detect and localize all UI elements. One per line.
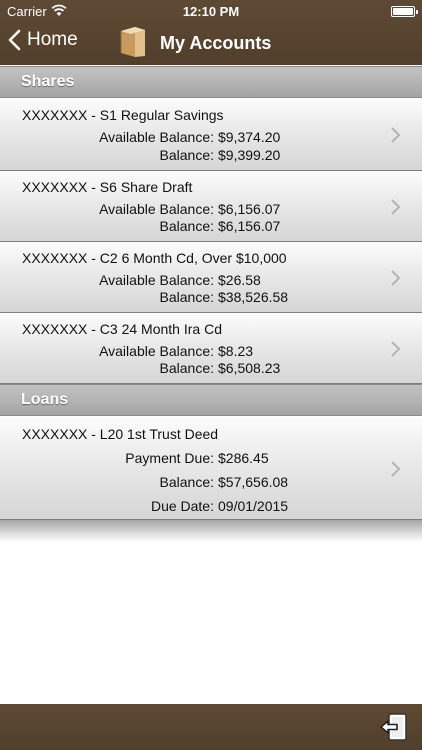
detail-value: $26.58 (218, 272, 261, 288)
detail-value: $6,156.07 (218, 201, 281, 217)
detail-label: Available Balance: (99, 129, 214, 145)
section-header-shares: Shares (0, 66, 422, 98)
chevron-left-icon (8, 29, 21, 51)
logout-icon[interactable] (378, 712, 408, 742)
account-title: XXXXXXX - S1 Regular Savings (22, 107, 224, 123)
status-bar: Carrier 12:10 PM (0, 0, 422, 22)
account-title: XXXXXXX - C3 24 Month Ira Cd (22, 321, 222, 337)
chevron-right-icon (391, 127, 401, 143)
page-title: My Accounts (160, 33, 272, 53)
detail-label: Balance: (159, 218, 214, 234)
bottom-toolbar (0, 704, 422, 750)
detail-value: $9,399.20 (218, 147, 281, 163)
detail-value: $286.45 (218, 450, 269, 466)
detail-label: Available Balance: (99, 272, 214, 288)
detail-value: $38,526.58 (218, 289, 289, 305)
detail-value: $9,374.20 (218, 129, 281, 145)
account-title: XXXXXXX - L20 1st Trust Deed (22, 426, 219, 442)
wallet-icon (120, 27, 145, 57)
detail-label: Payment Due: (125, 450, 214, 466)
back-button-label: Home (27, 29, 78, 50)
account-title: XXXXXXX - C2 6 Month Cd, Over $10,000 (22, 250, 287, 266)
top-bar: Carrier 12:10 PM Home My Accounts (0, 0, 422, 65)
detail-label: Due Date: (150, 498, 214, 514)
detail-value: $6,508.23 (218, 360, 281, 376)
account-row[interactable]: XXXXXXX - C3 24 Month Ira Cd Available B… (0, 313, 422, 384)
account-title: XXXXXXX - S6 Share Draft (22, 179, 193, 195)
detail-value: $57,656.08 (218, 474, 289, 490)
detail-value: $8.23 (218, 343, 254, 359)
section-header-loans: Loans (0, 384, 422, 416)
detail-label: Available Balance: (99, 201, 214, 217)
battery-icon (391, 6, 418, 17)
account-row[interactable]: XXXXXXX - C2 6 Month Cd, Over $10,000 Av… (0, 242, 422, 313)
list-shadow (0, 520, 422, 542)
account-row[interactable]: XXXXXXX - S6 Share Draft Available Balan… (0, 171, 422, 242)
section-title: Loans (21, 391, 69, 408)
account-row[interactable]: XXXXXXX - S1 Regular Savings Available B… (0, 99, 422, 171)
detail-label: Balance: (159, 360, 214, 376)
detail-value: 09/01/2015 (218, 498, 289, 514)
detail-label: Balance: (159, 147, 214, 163)
chevron-right-icon (391, 270, 401, 286)
chevron-right-icon (391, 199, 401, 215)
section-title: Shares (21, 73, 75, 90)
detail-label: Available Balance: (99, 343, 214, 359)
nav-bar: Home My Accounts (0, 22, 422, 65)
chevron-right-icon (391, 341, 401, 357)
detail-label: Balance: (159, 289, 214, 305)
back-button[interactable]: Home (8, 29, 78, 51)
status-time: 12:10 PM (182, 4, 240, 19)
detail-label: Balance: (159, 474, 214, 490)
detail-value: $6,156.07 (218, 218, 281, 234)
loan-row[interactable]: XXXXXXX - L20 1st Trust Deed Payment Due… (0, 417, 422, 520)
chevron-right-icon (391, 461, 401, 477)
